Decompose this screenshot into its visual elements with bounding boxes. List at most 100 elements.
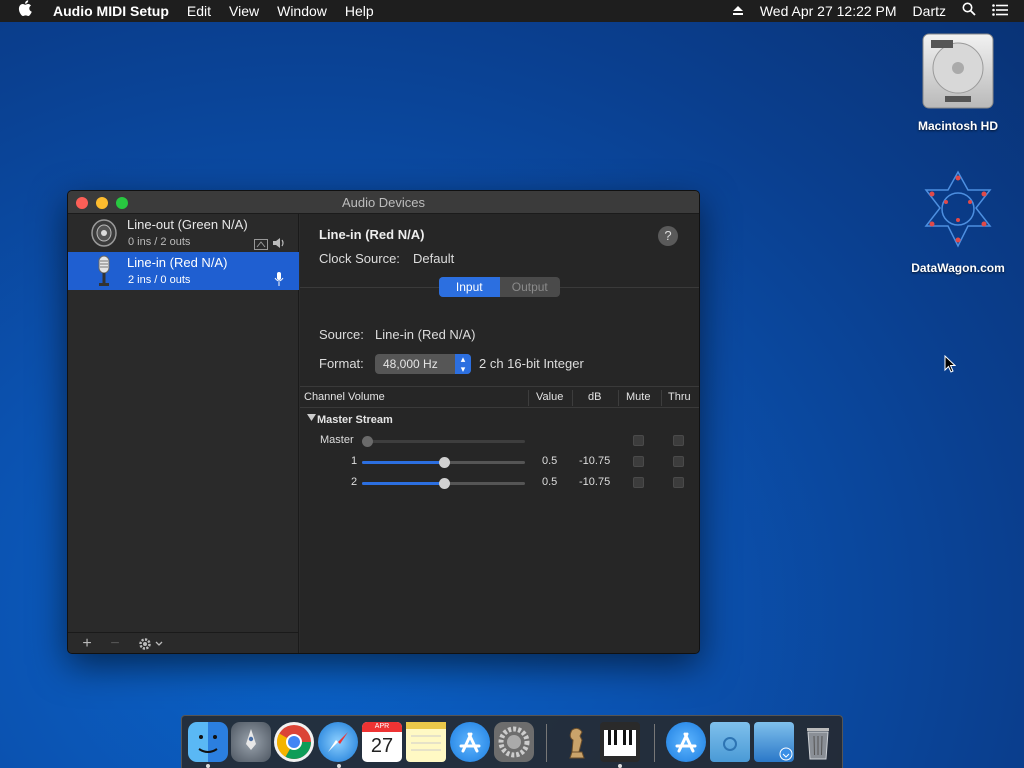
hard-drive-icon <box>903 32 1013 115</box>
dock-notes-icon[interactable] <box>406 722 446 762</box>
stream-group-row[interactable]: Master Stream <box>300 411 699 431</box>
app-menu[interactable]: Audio MIDI Setup <box>44 0 178 22</box>
device-item-line-out[interactable]: Line-out (Green N/A) 0 ins / 2 outs <box>68 214 299 252</box>
spotlight-search-icon[interactable] <box>954 0 984 22</box>
device-io-count: 0 ins / 2 outs <box>128 236 191 248</box>
channel-value: 0.5 <box>542 455 558 467</box>
menu-user[interactable]: Dartz <box>905 0 954 22</box>
notification-center-icon[interactable] <box>984 0 1024 22</box>
channel-db: -10.75 <box>579 455 611 467</box>
speaker-icon <box>90 218 118 253</box>
chevron-down-icon <box>155 641 163 646</box>
menu-clock[interactable]: Wed Apr 27 12:22 PM <box>752 0 905 22</box>
volume-slider[interactable] <box>362 457 525 468</box>
channel-label: Master <box>320 434 354 446</box>
mute-checkbox[interactable] <box>633 477 644 488</box>
dock-app-store-icon[interactable] <box>450 722 490 762</box>
device-name: Line-in (Red N/A) <box>127 255 228 270</box>
dock-documents-folder-icon[interactable] <box>710 722 750 762</box>
desktop-icon-label: Macintosh HD <box>917 119 998 133</box>
format-description: 2 ch 16-bit Integer <box>479 356 584 371</box>
disclosure-triangle-icon[interactable] <box>307 413 316 425</box>
channel-label: 1 <box>351 455 358 467</box>
thru-checkbox[interactable] <box>673 477 684 488</box>
column-db: dB <box>588 391 602 403</box>
device-list: Line-out (Green N/A) 0 ins / 2 outs Line… <box>68 214 299 653</box>
datawagon-logo-icon <box>903 168 1013 257</box>
device-name: Line-out (Green N/A) <box>127 217 248 232</box>
dock-chess-icon[interactable] <box>556 722 596 762</box>
column-channel-volume: Channel Volume <box>304 391 385 403</box>
column-value: Value <box>536 391 564 403</box>
channel-row-1: 1 0.5 -10.75 <box>300 452 699 472</box>
microphone-icon <box>95 255 113 292</box>
close-button[interactable] <box>76 197 88 209</box>
tab-output[interactable]: Output <box>500 277 561 297</box>
window-title: Audio Devices <box>341 195 426 210</box>
slider-knob[interactable] <box>438 478 450 489</box>
input-microphone-icon <box>274 272 284 291</box>
audio-devices-window: Audio Devices Line-out (Green N/A) 0 ins… <box>67 190 700 654</box>
eject-icon[interactable] <box>724 0 752 22</box>
channel-value: 0.5 <box>542 476 558 488</box>
clock-source-value[interactable]: Default <box>413 251 454 266</box>
zoom-button[interactable] <box>116 197 128 209</box>
dock-launchpad-icon[interactable] <box>231 722 271 762</box>
channel-db: -10.75 <box>579 476 611 488</box>
mute-checkbox[interactable] <box>633 435 644 446</box>
volume-slider[interactable] <box>362 478 525 489</box>
channel-row-master: Master <box>300 431 699 451</box>
remove-device-button[interactable]: − <box>108 635 122 653</box>
add-device-button[interactable]: + <box>80 635 94 653</box>
dock-finder-icon[interactable] <box>188 722 228 762</box>
source-value[interactable]: Line-in (Red N/A) <box>375 327 475 342</box>
sidebar-toolbar: + − <box>68 632 299 653</box>
window-titlebar[interactable]: Audio Devices <box>68 191 699 214</box>
dock-chrome-icon[interactable] <box>274 722 314 762</box>
channel-row-2: 2 0.5 -10.75 <box>300 473 699 493</box>
source-label: Source: <box>319 327 364 342</box>
thru-checkbox[interactable] <box>673 456 684 467</box>
menu-edit[interactable]: Edit <box>178 0 220 22</box>
format-label: Format: <box>319 356 364 371</box>
tab-input[interactable]: Input <box>439 277 500 297</box>
volume-slider[interactable] <box>362 436 525 447</box>
calendar-day: 27 <box>370 735 394 757</box>
slider-knob[interactable] <box>438 457 450 468</box>
device-title: Line-in (Red N/A) <box>319 227 425 242</box>
column-thru: Thru <box>668 391 691 403</box>
menu-help[interactable]: Help <box>336 0 383 22</box>
desktop-icon-macintosh-hd[interactable]: Macintosh HD <box>903 32 1013 133</box>
dock: APR 27 <box>181 715 843 768</box>
dock-trash-icon[interactable] <box>798 722 838 762</box>
minimize-button[interactable] <box>96 197 108 209</box>
apple-menu-icon[interactable] <box>0 0 44 22</box>
calendar-month: APR <box>362 722 402 732</box>
device-io-count: 2 ins / 0 outs <box>128 274 191 286</box>
dock-calendar-icon[interactable]: APR 27 <box>362 722 402 762</box>
menu-view[interactable]: View <box>220 0 268 22</box>
clock-source-label: Clock Source: <box>319 251 400 266</box>
channel-label: 2 <box>351 476 358 488</box>
dock-applications-folder-icon[interactable] <box>666 722 706 762</box>
channel-table-header: Channel Volume Value dB Mute Thru <box>300 386 699 408</box>
stepper-arrows-icon: ▴ ▾ <box>455 354 471 374</box>
desktop-icon-label: DataWagon.com <box>911 261 1005 275</box>
menu-bar: Audio MIDI Setup Edit View Window Help W… <box>0 0 1024 22</box>
gear-icon[interactable] <box>138 637 163 651</box>
menu-window[interactable]: Window <box>268 0 336 22</box>
slider-knob[interactable] <box>362 436 373 447</box>
device-item-line-in[interactable]: Line-in (Red N/A) 2 ins / 0 outs <box>68 252 299 290</box>
help-button[interactable]: ? <box>658 226 678 246</box>
dock-safari-icon[interactable] <box>318 722 358 762</box>
dock-downloads-folder-icon[interactable] <box>754 722 794 762</box>
device-detail-pane: Line-in (Red N/A) ? Clock Source: Defaul… <box>300 214 699 653</box>
thru-checkbox[interactable] <box>673 435 684 446</box>
format-rate-popup[interactable]: 48,000 Hz ▴ ▾ <box>375 354 471 374</box>
dock-system-preferences-icon[interactable] <box>494 722 534 762</box>
input-output-segmented-control: Input Output <box>439 277 560 297</box>
dock-audio-midi-setup-icon[interactable] <box>600 722 640 762</box>
mute-checkbox[interactable] <box>633 456 644 467</box>
desktop-icon-datawagon[interactable]: DataWagon.com <box>903 168 1013 275</box>
stream-label: Master Stream <box>317 414 393 426</box>
